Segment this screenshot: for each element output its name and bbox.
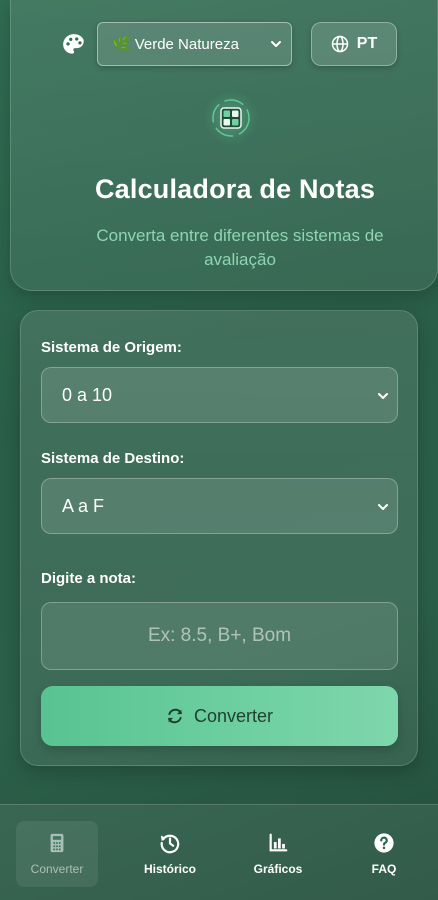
language-label: PT [356, 35, 378, 52]
calculator-logo-icon [212, 99, 250, 137]
grade-input[interactable]: Ex: 8.5, B+, Bom [41, 602, 398, 670]
theme-select-label: Verde Natureza [134, 35, 239, 53]
grade-input-label: Digite a nota: [41, 570, 137, 587]
nav-item-faq[interactable]: FAQ [346, 821, 422, 887]
palette-icon [63, 34, 84, 54]
target-system-value: A a F [62, 495, 105, 516]
converter-form: Sistema de Origem: 0 a 10 Sistema de Des… [20, 310, 418, 766]
convert-button[interactable]: Converter [41, 686, 398, 746]
nav-label-charts: Gráficos [253, 862, 303, 876]
nav-label-history: Histórico [143, 862, 196, 876]
language-button[interactable]: PT [311, 22, 397, 66]
nav-item-converter[interactable]: Converter [16, 821, 98, 887]
nav-item-charts[interactable]: Gráficos [238, 821, 318, 887]
nav-label-converter: Converter [30, 862, 84, 876]
convert-button-label: Converter [193, 705, 274, 726]
source-system-label: Sistema de Origem: [41, 339, 182, 356]
nav-label-faq: FAQ [371, 862, 397, 876]
globe-icon [331, 35, 349, 53]
source-system-value: 0 a 10 [62, 384, 113, 405]
theme-select[interactable]: 🌿 Verde Natureza [97, 22, 292, 66]
bottom-navigation: Converter Histórico Gráficos FAQ [0, 804, 438, 900]
nav-item-history[interactable]: Histórico [130, 821, 210, 887]
history-icon [160, 834, 180, 854]
leaf-icon: 🌿 [112, 36, 131, 53]
header-card: 🌿 Verde Natureza PT Calculadora de Notas… [10, 0, 438, 291]
grade-input-placeholder: Ex: 8.5, B+, Bom [147, 625, 292, 646]
app-logo [205, 92, 257, 144]
chart-icon [269, 833, 288, 852]
chevron-down-icon [271, 41, 281, 47]
target-system-select[interactable]: A a F [41, 478, 398, 534]
calculator-icon [50, 833, 64, 853]
refresh-icon [168, 708, 182, 724]
chevron-down-icon [378, 504, 388, 510]
page-title: Calculadora de Notas [94, 174, 376, 204]
chevron-down-icon [378, 393, 388, 399]
target-system-label: Sistema de Destino: [41, 450, 185, 467]
page-subtitle: Converta entre diferentes sistemas de av… [96, 226, 384, 269]
source-system-select[interactable]: 0 a 10 [41, 367, 398, 423]
question-icon [374, 833, 394, 853]
